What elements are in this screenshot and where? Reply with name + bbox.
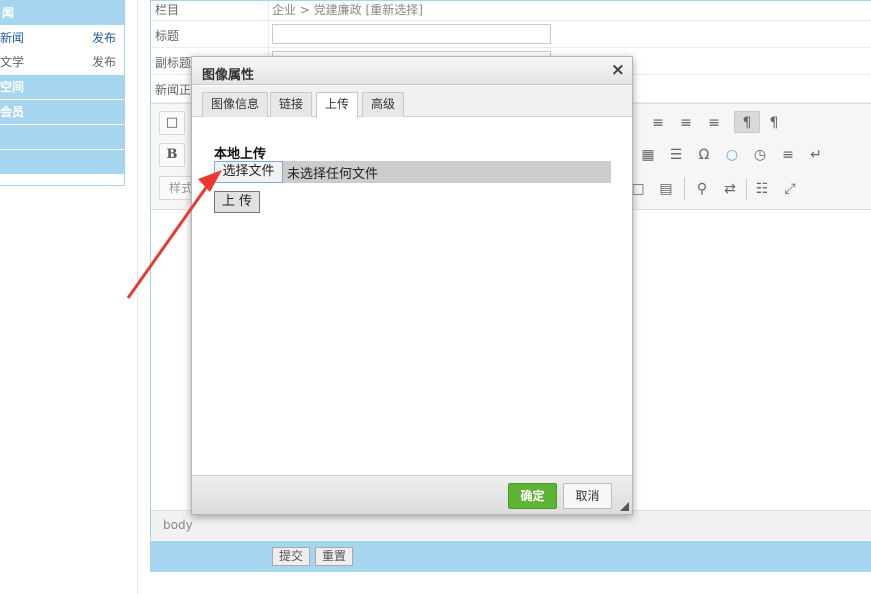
sidebar-category[interactable] <box>0 124 124 149</box>
replace-icon[interactable]: ⇄ <box>719 178 741 200</box>
ltr-icon[interactable]: ¶ <box>734 111 760 133</box>
tab-link[interactable]: 链接 <box>270 92 313 117</box>
dialog-tabs: 图像信息 链接 上传 高级 <box>192 86 632 118</box>
divider <box>137 0 138 594</box>
find-icon[interactable]: ⚲ <box>691 178 713 200</box>
element-path[interactable]: body <box>163 518 193 532</box>
choose-file-button[interactable]: 选择文件 <box>214 161 283 183</box>
dialog-footer: 确定 取消 <box>192 475 632 514</box>
bold-button[interactable]: B <box>159 143 185 167</box>
separator <box>746 178 747 200</box>
tab-image-info[interactable]: 图像信息 <box>202 92 269 117</box>
field-label: 副标题 <box>155 56 192 70</box>
field-label: 新闻正 <box>155 83 192 97</box>
separator <box>684 178 685 200</box>
sidebar-category-member[interactable]: 会员 <box>0 99 124 124</box>
sidebar-item-news[interactable]: 新闻 发布 <box>0 26 124 50</box>
sidebar-item-label[interactable]: 文学 <box>0 50 24 74</box>
sidebar-item-literature[interactable]: 文学 发布 <box>0 50 124 74</box>
ok-button[interactable]: 确定 <box>508 483 557 509</box>
reselect-link[interactable]: [重新选择] <box>366 3 423 17</box>
upload-button[interactable]: 上 传 <box>214 191 260 213</box>
sidebar-category-space[interactable]: 空间 <box>0 74 124 99</box>
publish-link[interactable]: 发布 <box>92 26 116 50</box>
field-label: 栏目 <box>155 3 180 17</box>
justify-icon[interactable]: ≡ <box>703 112 725 134</box>
close-icon[interactable]: × <box>611 60 625 80</box>
column-divider <box>268 1 269 20</box>
align-right-icon[interactable]: ≡ <box>675 112 697 134</box>
file-input[interactable]: 选择文件 未选择任何文件 <box>214 161 611 183</box>
fullscreen-icon[interactable]: ⤢ <box>779 178 801 200</box>
left-sidebar: 闻 新闻 发布 文学 发布 空间 会员 <box>0 0 125 186</box>
file-status: 未选择任何文件 <box>287 167 379 182</box>
horizontal-rule-icon[interactable]: ☰ <box>665 144 687 166</box>
emoticon-icon[interactable]: ○ <box>721 144 743 166</box>
image-properties-dialog: 图像属性 × 图像信息 链接 上传 高级 本地上传 选择文件 未选择任何文件 上… <box>191 56 633 515</box>
indent-list-icon[interactable]: ≡ <box>777 144 799 166</box>
special-char-icon[interactable]: Ω <box>693 144 715 166</box>
form-action-bar: 提交 重置 <box>151 541 871 571</box>
align-center-icon[interactable]: ≡ <box>647 112 669 134</box>
form-row-title: 标题 <box>151 21 871 48</box>
submit-button[interactable]: 提交 <box>272 547 311 566</box>
preview-icon[interactable]: □ <box>159 111 185 135</box>
sidebar-item-label[interactable]: 新闻 <box>0 26 24 50</box>
reset-button[interactable]: 重置 <box>315 547 354 566</box>
page-break-icon[interactable]: ☷ <box>751 178 773 200</box>
sidebar-category[interactable] <box>0 149 124 174</box>
field-label: 标题 <box>155 29 180 43</box>
column-path: 企业 > 党建廉政 <box>272 3 362 17</box>
publish-link[interactable]: 发布 <box>92 50 116 74</box>
sidebar-header: 闻 <box>0 0 124 26</box>
resize-handle-icon[interactable] <box>620 502 629 511</box>
clock-icon[interactable]: ◷ <box>749 144 771 166</box>
table-icon[interactable]: ▦ <box>637 144 659 166</box>
cancel-button[interactable]: 取消 <box>563 483 612 509</box>
tab-upload[interactable]: 上传 <box>316 92 359 118</box>
section-title: 本地上传 <box>214 147 267 162</box>
dialog-titlebar[interactable]: 图像属性 × <box>192 57 632 85</box>
dialog-title: 图像属性 <box>202 68 255 83</box>
line-break-icon[interactable]: ↵ <box>805 144 827 166</box>
form-row-column: 栏目 企业 > 党建廉政 [重新选择] <box>151 1 871 21</box>
column-divider <box>268 21 269 47</box>
tab-advanced[interactable]: 高级 <box>362 92 405 117</box>
title-input[interactable] <box>272 24 551 44</box>
document-icon[interactable]: ▤ <box>655 178 677 200</box>
rtl-icon[interactable]: ¶ <box>763 112 785 134</box>
